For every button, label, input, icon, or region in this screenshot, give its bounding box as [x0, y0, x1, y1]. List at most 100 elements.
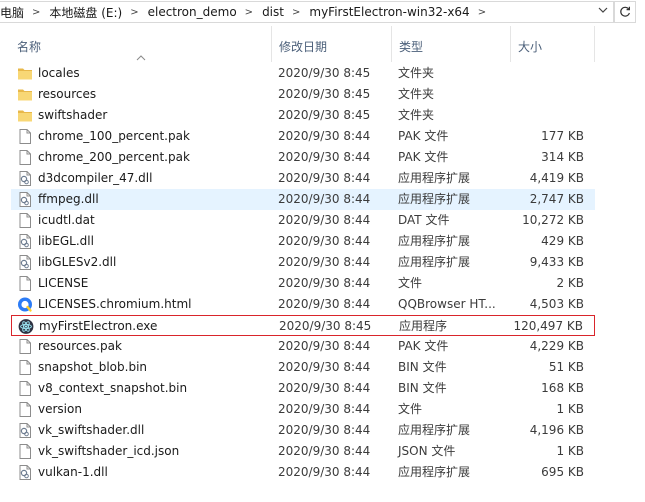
- file-type: 应用程序: [399, 319, 448, 333]
- file-modified-date: 2020/9/30 8:44: [278, 360, 371, 374]
- file-row[interactable]: vk_swiftshader.dll 2020/9/30 8:44 应用程序扩展 4,…: [11, 420, 595, 441]
- file-type: 文件夹: [398, 108, 435, 122]
- folder-icon: [17, 65, 33, 82]
- file-modified-date: 2020/9/30 8:44: [278, 234, 371, 248]
- file-row[interactable]: resources 2020/9/30 8:45 文件夹: [11, 84, 595, 105]
- file-name: ffmpeg.dll: [38, 192, 99, 206]
- file-row[interactable]: locales 2020/9/30 8:45 文件夹: [11, 63, 595, 84]
- column-label-name: 名称: [17, 40, 42, 54]
- file-modified-date: 2020/9/30 8:44: [278, 192, 371, 206]
- file-row[interactable]: myFirstElectron.exe 2020/9/30 8:45 应用程序 120…: [11, 315, 595, 336]
- column-header-size[interactable]: 大小: [510, 26, 594, 62]
- file-row[interactable]: d3dcompiler_47.dll 2020/9/30 8:44 应用程序扩展 4,…: [11, 168, 595, 189]
- dll-icon: [17, 170, 33, 187]
- file-name: LICENSE: [38, 276, 89, 290]
- file-modified-date: 2020/9/30 8:45: [278, 66, 371, 80]
- file-icon: [17, 380, 33, 397]
- file-row[interactable]: chrome_100_percent.pak 2020/9/30 8:44 PAK …: [11, 126, 595, 147]
- file-row[interactable]: snapshot_blob.bin 2020/9/30 8:44 BIN 文件 51 …: [11, 357, 595, 378]
- file-icon: [17, 359, 33, 376]
- refresh-button[interactable]: [614, 1, 636, 23]
- file-row[interactable]: libEGL.dll 2020/9/30 8:44 应用程序扩展 429 KB: [11, 231, 595, 252]
- column-header-type[interactable]: 类型: [391, 26, 510, 62]
- file-type: 应用程序扩展: [398, 423, 471, 437]
- chevron-right-icon[interactable]: >: [286, 7, 307, 18]
- file-name: LICENSES.chromium.html: [38, 297, 192, 311]
- file-row[interactable]: libGLESv2.dll 2020/9/30 8:44 应用程序扩展 9,433 K…: [11, 252, 595, 273]
- dll-icon: [17, 233, 33, 250]
- file-row[interactable]: version 2020/9/30 8:44 文件 1 KB: [11, 399, 595, 420]
- file-size: 120,497 KB: [513, 319, 583, 333]
- file-modified-date: 2020/9/30 8:44: [278, 402, 371, 416]
- column-label-size: 大小: [518, 40, 543, 54]
- file-row[interactable]: swiftshader 2020/9/30 8:45 文件夹: [11, 105, 595, 126]
- file-size: 2,747 KB: [529, 192, 584, 206]
- file-modified-date: 2020/9/30 8:44: [278, 276, 371, 290]
- column-header-filler: [594, 26, 645, 62]
- breadcrumb-item-electron-demo[interactable]: electron_demo: [146, 5, 239, 19]
- chevron-right-icon[interactable]: >: [26, 7, 47, 18]
- column-label-date: 修改日期: [279, 40, 328, 54]
- chevron-right-icon[interactable]: >: [239, 7, 260, 18]
- file-row[interactable]: chrome_200_percent.pak 2020/9/30 8:44 PAK …: [11, 147, 595, 168]
- file-row[interactable]: vulkan-1.dll 2020/9/30 8:44 应用程序扩展 695 KB: [11, 462, 595, 483]
- file-name: vk_swiftshader.dll: [38, 423, 145, 437]
- breadcrumb-item-current[interactable]: myFirstElectron-win32-x64: [307, 5, 471, 19]
- file-type: 应用程序扩展: [398, 192, 471, 206]
- file-modified-date: 2020/9/30 8:45: [278, 87, 371, 101]
- file-name: vulkan-1.dll: [38, 465, 108, 479]
- chevron-right-icon[interactable]: >: [124, 7, 145, 18]
- file-modified-date: 2020/9/30 8:44: [278, 171, 371, 185]
- file-size: 695 KB: [541, 465, 584, 479]
- address-history-dropdown[interactable]: [596, 5, 610, 19]
- file-row[interactable]: vk_swiftshader_icd.json 2020/9/30 8:44 JSO…: [11, 441, 595, 462]
- breadcrumb[interactable]: 电脑 > 本地磁盘 (E:) > electron_demo > dist > …: [0, 1, 614, 23]
- electron-icon: [18, 318, 34, 335]
- file-name: myFirstElectron.exe: [39, 319, 158, 333]
- file-type: BIN 文件: [398, 360, 447, 374]
- file-size: 4,229 KB: [529, 339, 584, 353]
- file-type: 文件夹: [398, 66, 435, 80]
- file-size: 51 KB: [548, 360, 584, 374]
- file-size: 1 KB: [556, 402, 584, 416]
- file-name: d3dcompiler_47.dll: [38, 171, 153, 185]
- file-name: icudtl.dat: [38, 213, 95, 227]
- address-bar: 电脑 > 本地磁盘 (E:) > electron_demo > dist > …: [0, 0, 645, 25]
- file-row[interactable]: icudtl.dat 2020/9/30 8:44 DAT 文件 10,272 KB: [11, 210, 595, 231]
- breadcrumb-item-drive[interactable]: 本地磁盘 (E:): [47, 4, 124, 21]
- file-row[interactable]: LICENSES.chromium.html 2020/9/30 8:44 QQBr…: [11, 294, 595, 315]
- file-name: version: [38, 402, 82, 416]
- file-size: 4,419 KB: [529, 171, 584, 185]
- file-modified-date: 2020/9/30 8:44: [278, 339, 371, 353]
- file-modified-date: 2020/9/30 8:45: [279, 319, 372, 333]
- file-type: QQBrowser HT...: [398, 297, 496, 311]
- browser-icon: [17, 296, 33, 313]
- file-name: libEGL.dll: [38, 234, 94, 248]
- file-modified-date: 2020/9/30 8:44: [278, 255, 371, 269]
- file-modified-date: 2020/9/30 8:44: [278, 444, 371, 458]
- breadcrumb-item-pc[interactable]: 电脑: [0, 4, 26, 21]
- file-name: libGLESv2.dll: [38, 255, 117, 269]
- file-row[interactable]: resources.pak 2020/9/30 8:44 PAK 文件 4,229 K…: [11, 336, 595, 357]
- file-row[interactable]: LICENSE 2020/9/30 8:44 文件 2 KB: [11, 273, 595, 294]
- dll-icon: [17, 191, 33, 208]
- chevron-right-icon[interactable]: >: [472, 7, 493, 18]
- file-type: PAK 文件: [398, 339, 449, 353]
- dll-icon: [17, 254, 33, 271]
- file-size: 9,433 KB: [529, 255, 584, 269]
- dll-icon: [17, 422, 33, 439]
- column-header-date[interactable]: 修改日期: [271, 26, 391, 62]
- file-row[interactable]: v8_context_snapshot.bin 2020/9/30 8:44 BIN…: [11, 378, 595, 399]
- column-label-type: 类型: [399, 40, 424, 54]
- file-name: resources.pak: [38, 339, 122, 353]
- file-size: 4,196 KB: [529, 423, 584, 437]
- file-name: swiftshader: [38, 108, 108, 122]
- file-type: 文件: [398, 402, 423, 416]
- file-row[interactable]: ffmpeg.dll 2020/9/30 8:44 应用程序扩展 2,747 KB: [11, 189, 595, 210]
- file-type: JSON 文件: [398, 444, 456, 458]
- file-icon: [17, 443, 33, 460]
- file-type: 应用程序扩展: [398, 234, 471, 248]
- breadcrumb-item-dist[interactable]: dist: [260, 5, 286, 19]
- dll-icon: [17, 464, 33, 481]
- column-header-name[interactable]: 名称: [17, 26, 271, 62]
